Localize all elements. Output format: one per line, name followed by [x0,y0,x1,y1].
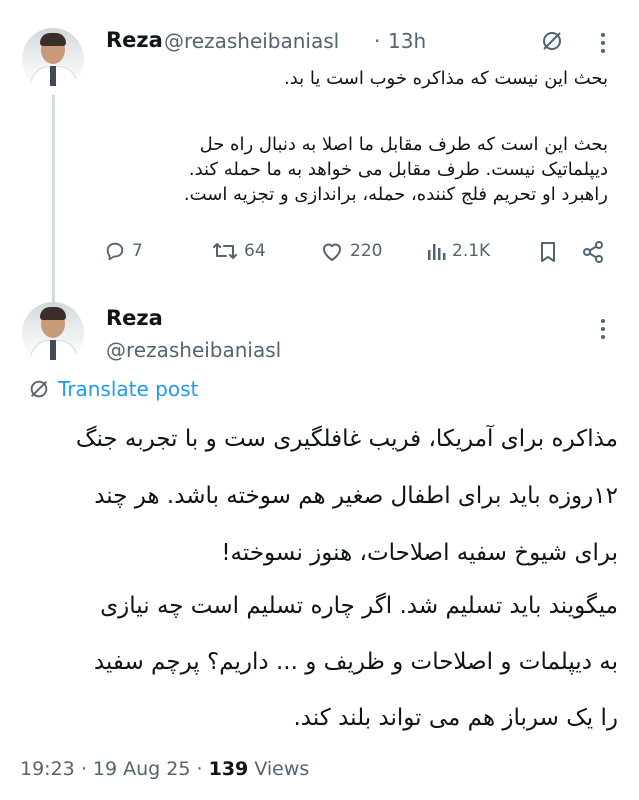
share-icon[interactable] [580,239,606,265]
author-handle[interactable]: @rezasheibaniasl [164,29,339,53]
author-name[interactable]: Reza [106,28,163,52]
views-button[interactable]: 2.1K [426,240,490,262]
like-count: 220 [350,241,383,261]
like-icon [323,243,341,261]
text-line: بحث این است که طرف مقابل ما اصلا به دنبا… [199,134,608,155]
tweet-text-line: مذاکره برای آمریکا، فریب غافلگیری ست و ب… [75,426,618,452]
post-date[interactable]: 19 Aug 25 [93,758,191,780]
tweet-text: بحث این است که طرف مقابل ما اصلا به دنبا… [100,132,608,207]
author-handle[interactable]: @rezasheibaniasl [106,338,281,362]
meta-dot: · [196,758,203,780]
tweet-text: بحث این نیست که مذاکره خوب است یا بد. [100,66,608,91]
more-icon[interactable] [593,30,613,56]
views-count: 2.1K [452,241,491,261]
reply-icon [106,242,124,261]
like-button[interactable]: 220 [320,240,382,262]
reply-count: 7 [132,241,143,261]
grok-icon[interactable] [538,27,566,55]
text-line: راهبرد او تحریم فلج کننده، حمله، برانداز… [183,184,608,205]
text-line: بحث این نیست که مذاکره خوب است یا بد. [283,68,608,89]
views-icon [428,244,446,260]
tweet-meta: 19:23 · 19 Aug 25 · 139 Views [20,758,309,780]
repost-button[interactable]: 64 [212,240,266,262]
meta-dot: · [80,758,87,780]
repost-icon [213,243,237,259]
views-count: 139 [208,758,249,780]
tweet-time[interactable]: 13h [388,29,426,53]
post-time[interactable]: 19:23 [20,758,75,780]
translate-label: Translate post [58,377,199,401]
author-name[interactable]: Reza [106,306,163,330]
tweet-text-line: ۱۲روزه باید برای اطفال صغیر هم سوخته باش… [94,483,618,509]
views-label: Views [254,758,310,780]
text-line: دیپلماتیک نیست. طرف مقابل می خواهد به ما… [188,159,608,180]
translate-post-link[interactable]: Translate post [28,377,198,401]
avatar[interactable] [22,302,84,364]
tweet-text-line: میگویند باید تسلیم شد. اگر چاره تسلیم اس… [100,593,618,619]
bookmark-icon[interactable] [536,239,560,265]
tweet-text-line: را یک سرباز هم می تواند بلند کند. [293,705,618,731]
translate-icon [30,380,48,398]
more-icon[interactable] [593,316,613,342]
separator-dot: · [374,29,381,53]
avatar[interactable] [22,28,84,90]
reply-button[interactable]: 7 [104,240,143,262]
thread-line [52,95,55,305]
tweet-text-line: به دیپلمات و اصلاحات و ظریف و ... داریم؟… [93,649,618,675]
repost-count: 64 [244,241,266,261]
tweet-text-line: برای شیوخ سفیه اصلاحات، هنوز نسوخته! [221,540,618,566]
